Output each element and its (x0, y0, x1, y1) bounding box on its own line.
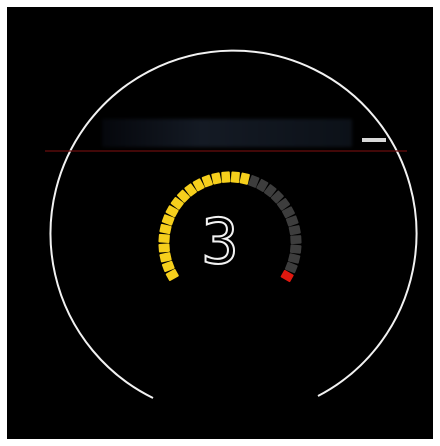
rpm-segment (288, 253, 301, 264)
rpm-segment (239, 172, 250, 185)
rpm-segment (290, 235, 302, 245)
gear-indicator: 3 (200, 205, 239, 278)
indicator-mark (362, 138, 386, 142)
rpm-segment (230, 171, 240, 183)
rpm-segment (158, 233, 170, 243)
rpm-segment (288, 225, 301, 236)
rpm-segment (221, 171, 231, 183)
rpm-segment (211, 172, 222, 185)
rpm-segment (159, 223, 172, 235)
rpm-segment (289, 244, 302, 254)
dashboard-screen: 3 (7, 7, 433, 439)
rpm-segment (159, 252, 172, 263)
rpm-segment (158, 243, 170, 253)
